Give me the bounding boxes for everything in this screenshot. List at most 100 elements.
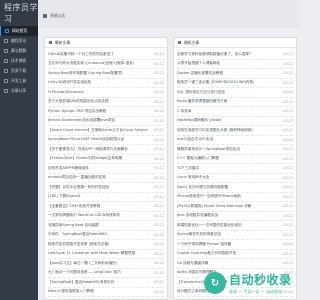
- article-row: 一文带你搞懂索引 WordCxe CDCN系统架构 03-12: [48, 212, 164, 221]
- article-link[interactable]: SpringBoot+Shiro+JWT+Redis实现权限认证: [48, 137, 124, 142]
- article-row: 关于大型前端SPA的性能优化点及实践 03-12: [48, 98, 164, 107]
- article-link[interactable]: LeetCode 11 Container with Most Water 解题…: [48, 251, 135, 256]
- article-link[interactable]: Docker 容器化部署实战教程: [177, 71, 223, 76]
- article-date: 03-12: [154, 289, 164, 294]
- breadcrumb-text[interactable]: 系统公告: [50, 13, 65, 19]
- article-link[interactable]: 一文带你搞懂索引 WordCxe CDCN系统架构: [48, 213, 120, 218]
- article-link[interactable]: 【Flutter/Dart】Flutter中的Widget生命周期: [48, 156, 122, 161]
- menu-icon: [4, 39, 8, 43]
- sidebar-item[interactable]: 网站首页: [0, 26, 38, 36]
- article-date: 03-12: [283, 61, 293, 66]
- article-row: 【全套整合】CRM 系统开发教程 03-12: [48, 202, 164, 212]
- article-link[interactable]: Java 多线程并发编程实战: [177, 213, 218, 218]
- sidebar-item[interactable]: 技术博客: [0, 56, 38, 66]
- article-link[interactable]: SQL 语句优化方法与技巧总结: [177, 90, 225, 95]
- article-link[interactable]: HashMap源码解析 (Java8): [177, 118, 222, 123]
- article-link[interactable]: 程序员一键三连必备 (ZOMEIDE2020 Wifi内核): [177, 80, 254, 85]
- article-date: 03-12: [154, 147, 164, 152]
- article-link[interactable]: 关于大型前端SPA的性能优化点及实践: [48, 99, 109, 104]
- article-date: 03-12: [154, 80, 164, 85]
- article-link[interactable]: H Private/Dictionary: [48, 90, 84, 94]
- sidebar-item-label: 开发工具: [11, 78, 27, 83]
- article-link[interactable]: Nest.js 服务端框架入门教程: [48, 289, 94, 294]
- article-row: LeetCode 11 Container with Most Water 解题…: [48, 250, 164, 259]
- article-link[interactable]: 中间件：SpringBoot整合RabbitMQ: [48, 232, 107, 237]
- article-link[interactable]: 深度探索Spring Boot 自动装配: [48, 223, 99, 228]
- article-date: 03-12: [283, 194, 293, 199]
- article-link[interactable]: 【Java实习生】每日一题 (二叉树前序遍历): [48, 261, 117, 266]
- article-link[interactable]: Jenkins Kubernetes流水线部署Java项目: [48, 118, 115, 123]
- article-link[interactable]: Redis 缓存穿透雪崩的解决方案: [177, 99, 227, 104]
- article-link[interactable]: 微服务架构设计一SpringBoot项目实战: [177, 147, 240, 152]
- sidebar-item[interactable]: 编程资讯: [0, 36, 38, 46]
- article-row: Python Django CRM 项目实战教程 03-12: [48, 107, 164, 117]
- article-row: 【关于图像显示】 在线APP一网络请求与页面解析 03-12: [48, 145, 164, 155]
- article-date: 03-12: [154, 109, 164, 114]
- article-link[interactable]: 【完整】京东平台搭建一系列开发经验: [48, 185, 109, 190]
- article-link[interactable]: Unity3D游戏开发实战经验: [48, 80, 91, 85]
- article-link[interactable]: Nginx 反向代理与负载均衡配置: [177, 185, 228, 190]
- site-logo[interactable]: 程序员学习: [0, 0, 38, 26]
- article-link[interactable]: Linux 常用命令大全: [177, 175, 209, 180]
- article-date: 03-12: [283, 166, 293, 171]
- article-link[interactable]: 【关于图像显示】 在线APP一网络请求与页面解析: [48, 147, 128, 152]
- article-row: C 标准库 03-12: [177, 107, 293, 117]
- sidebar-nav: 网站首页 编程资讯 算法题解技术博客资源下载开发工具文章分享: [0, 26, 38, 96]
- article-link[interactable]: Go 协程与通道详解: [177, 261, 208, 266]
- article-date: 03-12: [283, 185, 293, 190]
- article-link[interactable]: 如何在深度学习中实现图片分类 (卷积神经网络): [177, 128, 253, 133]
- article-link[interactable]: 【SpringBoot】整合RabbitMQ消息队列: [48, 280, 114, 285]
- article-date: 03-12: [154, 61, 164, 66]
- article-link[interactable]: iPhone使用技巧一如何提升iPhone续航: [177, 194, 241, 199]
- article-link[interactable]: TCP 三次握手: [177, 166, 199, 171]
- article-link[interactable]: Python Django CRM 项目实战教程: [48, 109, 106, 114]
- article-link[interactable]: Github克隆代码一个月工作的项目都没了: [48, 52, 114, 57]
- article-date: 03-12: [283, 251, 293, 256]
- article-row: 深度探索Spring Boot 自动装配 03-12: [48, 221, 164, 231]
- article-link[interactable]: [MySQL数据库] Mysql Show Warnings 详解: [177, 204, 251, 209]
- sidebar-item[interactable]: 开发工具: [0, 76, 38, 86]
- article-date: 03-12: [154, 137, 164, 142]
- sidebar-item[interactable]: 算法题解: [0, 46, 38, 56]
- list-icon: [178, 41, 181, 44]
- article-link[interactable]: 一个例子带你搞懂 Python 装饰器: [177, 242, 231, 247]
- article-date: 03-12: [154, 280, 164, 285]
- list-icon: [49, 41, 52, 44]
- menu-icon: [4, 49, 8, 53]
- article-link[interactable]: 程序员如何提高开发效率 (程序员必备): [48, 242, 109, 247]
- article-row: 大厂面试一个问题问到底 — LongChain 技巧 03-12: [48, 269, 164, 278]
- article-link[interactable]: android项目实战一 直播功能的实现: [48, 175, 106, 180]
- article-date: 03-12: [154, 52, 164, 57]
- article-link[interactable]: Spring事务失效的场景总结: [177, 232, 221, 237]
- article-link[interactable]: 【全套整合】CRM 系统开发教程: [48, 204, 100, 209]
- menu-icon: [5, 29, 9, 33]
- article-row: 全新学习资料免费领取超值优惠了，怎么选择？ 03-12: [177, 50, 293, 60]
- article-link[interactable]: 从零开始搭建个人博客网站: [177, 61, 220, 66]
- article-date: 03-12: [283, 204, 293, 209]
- article-row: Jenkins Kubernetes流水线部署Java项目 03-12: [48, 117, 164, 126]
- article-date: 03-12: [154, 185, 164, 190]
- sidebar-item[interactable]: 文章分享: [0, 86, 38, 96]
- sidebar-item[interactable]: 资源下载: [0, 66, 38, 76]
- article-link[interactable]: [TBS] 下载Rxjava3: [48, 194, 80, 199]
- article-link[interactable]: 全新学习资料免费领取超值优惠了，怎么选择？: [177, 52, 252, 57]
- article-link[interactable]: 大厂面试一个问题问到底 — LongChain 技巧: [48, 270, 121, 275]
- article-link[interactable]: 前端性能优化一一次完整的性能优化经历: [177, 223, 242, 228]
- panel-title: 最新文章: [55, 39, 71, 45]
- article-link[interactable]: Spring Boot多环境配置 (Spring Boot配置项): [48, 71, 123, 76]
- article-link[interactable]: Copilot Coaching助力代码智能开发: [177, 251, 236, 256]
- article-link[interactable]: 五亿年代码大流程实例 ([Unbound]全程+]程序-语言): [48, 61, 134, 66]
- panel-header: 随机文章: [174, 38, 296, 48]
- article-link[interactable]: C 标准库: [177, 109, 191, 114]
- article-date: 03-12: [154, 166, 164, 171]
- article-link[interactable]: 如何开发ARPPM基础组件: [48, 166, 89, 171]
- article-row: H Private/Dictionary 03-12: [48, 88, 164, 98]
- article-link[interactable]: Vue3 组合式 API 实战: [177, 137, 213, 142]
- sidebar-item-label: 技术博客: [11, 58, 27, 63]
- article-row: Github克隆代码一个月工作的项目都没了 03-12: [48, 50, 164, 60]
- article-date: 03-12: [283, 71, 293, 76]
- home-icon: [43, 14, 47, 18]
- article-link[interactable]: 【Azure Cloud Service】在微软Azure云平台Cloud Se…: [48, 128, 148, 133]
- menu-icon: [4, 59, 8, 63]
- article-link[interactable]: C++ 模板元编程入门教程: [177, 156, 219, 161]
